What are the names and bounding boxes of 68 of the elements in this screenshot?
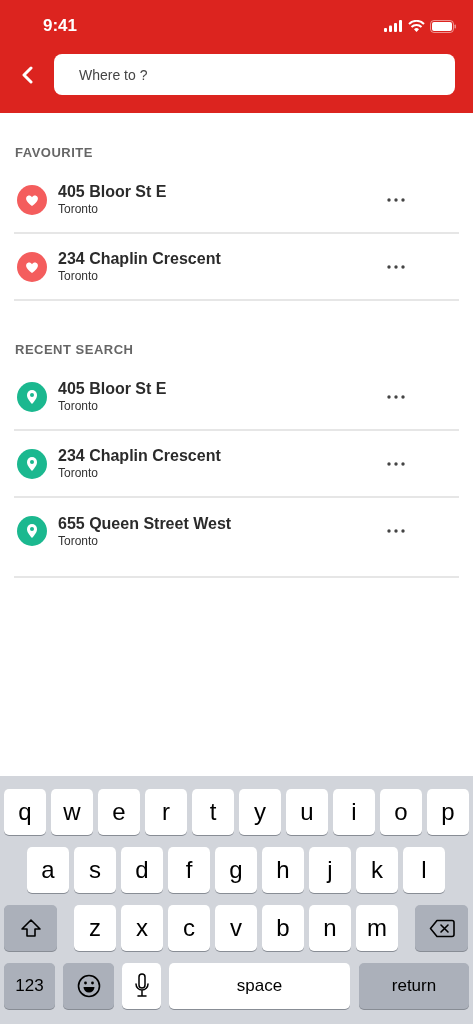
smiley-icon [76, 974, 101, 998]
letter-key[interactable]: h [262, 847, 304, 893]
letter-key[interactable]: c [168, 905, 210, 951]
letter-key[interactable]: s [74, 847, 116, 893]
more-icon [387, 197, 405, 202]
letter-key[interactable]: r [145, 789, 187, 835]
return-key[interactable]: return [359, 963, 469, 1009]
numbers-key[interactable]: 123 [4, 963, 55, 1009]
place-row[interactable]: 405 Bloor St E Toronto [14, 167, 459, 234]
dictation-key[interactable] [122, 963, 161, 1009]
microphone-icon [133, 973, 150, 999]
letter-key[interactable]: m [356, 905, 398, 951]
place-title: 405 Bloor St E [58, 379, 168, 399]
letter-key[interactable]: b [262, 905, 304, 951]
status-time: 9:41 [43, 15, 78, 38]
letter-key[interactable]: q [4, 789, 46, 835]
place-title: 234 Chaplin Crescent [58, 249, 222, 269]
more-icon [387, 461, 405, 466]
more-icon [387, 394, 405, 399]
more-icon [387, 264, 405, 269]
search-field[interactable]: Where to ? [54, 54, 455, 95]
shift-key[interactable] [4, 905, 57, 951]
backspace-icon [428, 918, 455, 938]
letter-key[interactable]: p [427, 789, 469, 835]
place-title: 234 Chaplin Crescent [58, 446, 222, 466]
place-title: 655 Queen Street West [58, 513, 233, 534]
place-row[interactable]: 234 Chaplin Crescent Toronto [14, 234, 459, 301]
place-row[interactable]: 234 Chaplin Crescent Toronto [14, 431, 459, 498]
place-title: 405 Bloor St E [58, 182, 168, 202]
place-subtitle: Toronto [58, 202, 100, 217]
section-heading: FAVOURITE [14, 146, 94, 160]
letter-key[interactable]: u [286, 789, 328, 835]
letter-key[interactable]: a [27, 847, 69, 893]
letter-key[interactable]: i [333, 789, 375, 835]
place-row[interactable]: 655 Queen Street West Toronto [14, 498, 459, 578]
letter-key[interactable]: w [51, 789, 93, 835]
place-subtitle: Toronto [58, 269, 100, 284]
letter-key[interactable]: n [309, 905, 351, 951]
more-icon [387, 529, 405, 533]
place-row[interactable]: 405 Bloor St E Toronto [14, 364, 459, 431]
letter-key[interactable]: v [215, 905, 257, 951]
battery-icon [430, 19, 457, 33]
letter-key[interactable]: d [121, 847, 163, 893]
letter-key[interactable]: y [239, 789, 281, 835]
place-subtitle: Toronto [58, 533, 100, 549]
location-pin-icon [17, 516, 47, 546]
location-pin-icon [17, 448, 47, 479]
letter-key[interactable]: x [121, 905, 163, 951]
letter-key[interactable]: l [403, 847, 445, 893]
back-icon [21, 65, 33, 84]
place-subtitle: Toronto [58, 466, 100, 481]
backspace-key[interactable] [415, 905, 468, 951]
place-subtitle: Toronto [58, 399, 100, 414]
letter-key[interactable]: k [356, 847, 398, 893]
letter-key[interactable]: t [192, 789, 234, 835]
shift-icon [19, 918, 42, 938]
letter-key[interactable]: o [380, 789, 422, 835]
wifi-icon [408, 20, 425, 32]
emoji-key[interactable] [63, 963, 114, 1009]
signal-icon [384, 20, 403, 32]
letter-key[interactable]: f [168, 847, 210, 893]
letter-key[interactable]: g [215, 847, 257, 893]
letter-key[interactable]: j [309, 847, 351, 893]
location-pin-icon [17, 381, 47, 412]
space-key[interactable]: space [169, 963, 350, 1009]
letter-key[interactable]: z [74, 905, 116, 951]
letter-key[interactable]: e [98, 789, 140, 835]
section-heading: RECENT SEARCH [14, 343, 135, 357]
